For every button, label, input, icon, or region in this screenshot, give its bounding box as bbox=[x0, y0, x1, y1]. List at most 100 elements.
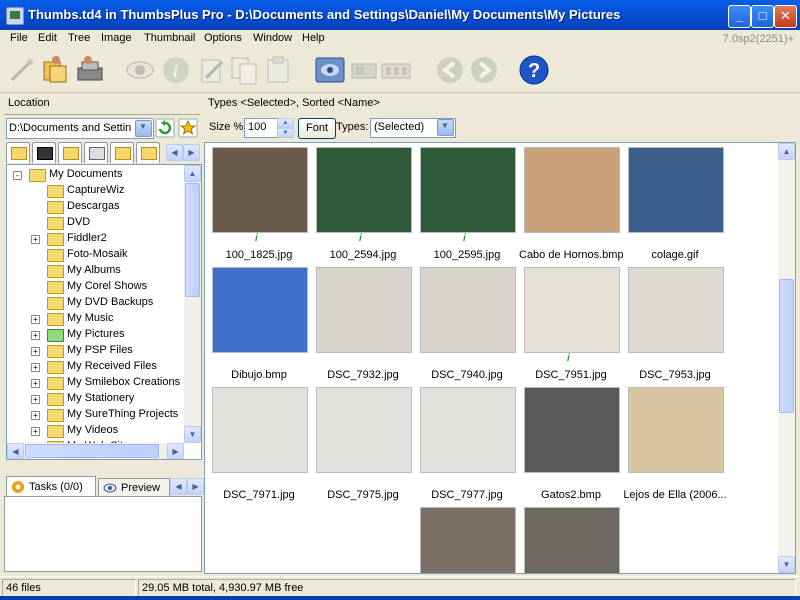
scroll-right-icon[interactable]: ▶ bbox=[167, 443, 184, 459]
expand-icon[interactable]: + bbox=[31, 427, 40, 436]
types-select[interactable]: (Selected) bbox=[370, 118, 456, 138]
thumbnail-grid[interactable]: i 100_1825.jpg i 100_2594.jpg i 100_2595.jpg C… bbox=[204, 142, 780, 574]
pen-icon[interactable] bbox=[196, 54, 228, 86]
forward-icon[interactable] bbox=[468, 54, 500, 86]
tab-folders[interactable] bbox=[58, 142, 82, 163]
expand-icon[interactable]: + bbox=[31, 411, 40, 420]
tree-vertical-scrollbar[interactable]: ▲ ▼ bbox=[184, 165, 201, 443]
folder-icon bbox=[47, 297, 64, 310]
chevron-down-icon[interactable] bbox=[437, 119, 454, 136]
expand-icon[interactable]: + bbox=[31, 363, 40, 372]
expand-icon[interactable]: + bbox=[31, 235, 40, 244]
expand-icon[interactable]: + bbox=[31, 379, 40, 388]
task-tab-left-icon[interactable]: ◀ bbox=[170, 478, 187, 495]
menu-help[interactable]: Help bbox=[302, 32, 325, 44]
tab-preview[interactable]: Preview bbox=[98, 478, 170, 497]
thumbnail-item[interactable]: DSC_7932.jpg bbox=[311, 265, 415, 385]
thumbnail-item[interactable]: colage.gif bbox=[623, 145, 727, 265]
app-icon[interactable] bbox=[6, 7, 24, 25]
slideshow-icon[interactable] bbox=[348, 54, 380, 86]
tree-hscroll-thumb[interactable] bbox=[25, 444, 159, 458]
folders-icon[interactable] bbox=[40, 54, 72, 86]
grid-scroll-up-icon[interactable]: ▲ bbox=[778, 143, 795, 160]
size-up-icon[interactable]: ▲ bbox=[277, 118, 294, 128]
refresh-icon[interactable] bbox=[155, 118, 175, 138]
close-button[interactable]: ✕ bbox=[774, 5, 797, 28]
scroll-left-icon[interactable]: ◀ bbox=[7, 443, 24, 459]
info-marker-icon: i bbox=[463, 233, 466, 244]
menu-image[interactable]: Image bbox=[101, 32, 132, 44]
paste-icon[interactable] bbox=[262, 54, 294, 86]
scroll-down-icon[interactable]: ▼ bbox=[184, 426, 201, 443]
wand-icon[interactable] bbox=[6, 54, 38, 86]
size-label: Size % bbox=[209, 121, 244, 133]
eye-icon[interactable] bbox=[124, 54, 156, 86]
scanner-icon[interactable] bbox=[74, 54, 106, 86]
size-percent-input[interactable]: 100 bbox=[244, 118, 278, 138]
filmstrip-icon[interactable] bbox=[380, 54, 412, 86]
thumbnail-item[interactable]: DSC_7977.jpg bbox=[415, 385, 519, 505]
location-combobox[interactable]: D:\Documents and Settings bbox=[6, 118, 154, 139]
tab-filmstrip[interactable] bbox=[32, 142, 56, 163]
tree-scroll-thumb[interactable] bbox=[185, 183, 200, 297]
thumbnail-item[interactable] bbox=[415, 505, 519, 573]
tab-scroll-left-icon[interactable]: ◀ bbox=[166, 144, 183, 161]
menu-tree[interactable]: Tree bbox=[68, 32, 90, 44]
back-icon[interactable] bbox=[434, 54, 466, 86]
info-icon[interactable]: i bbox=[160, 54, 192, 86]
scroll-up-icon[interactable]: ▲ bbox=[184, 165, 201, 182]
minimize-button[interactable]: _ bbox=[728, 5, 751, 28]
grid-scroll-thumb[interactable] bbox=[779, 279, 794, 413]
menu-window[interactable]: Window bbox=[253, 32, 292, 44]
thumbnail-item[interactable]: DSC_7940.jpg bbox=[415, 265, 519, 385]
view-icon[interactable] bbox=[314, 54, 346, 86]
thumbnail-item[interactable]: DSC_7975.jpg bbox=[311, 385, 415, 505]
thumbnail-item[interactable]: i 100_2595.jpg bbox=[415, 145, 519, 265]
thumbnail-item[interactable]: Software InformerYour free software bbox=[207, 505, 311, 573]
menu-thumbnail[interactable]: Thumbnail bbox=[144, 32, 195, 44]
thumbnail-item[interactable] bbox=[519, 505, 623, 573]
thumbnail-item[interactable]: Cabo de Hornos.bmp bbox=[519, 145, 623, 265]
chevron-down-icon[interactable] bbox=[135, 120, 152, 137]
tree-horizontal-scrollbar[interactable]: ◀ ▶ bbox=[7, 443, 184, 459]
help-icon[interactable]: ? bbox=[518, 54, 550, 86]
thumbnail-item[interactable]: Dibujo.bmp bbox=[207, 265, 311, 385]
menu-options[interactable]: Options bbox=[204, 32, 242, 44]
tab-drives[interactable] bbox=[84, 142, 108, 163]
filter-header: Types <Selected>, Sorted <Name> bbox=[204, 94, 800, 114]
collapse-icon[interactable]: - bbox=[13, 171, 22, 180]
thumbnail-filename: 100_1825.jpg bbox=[225, 249, 293, 261]
expand-icon[interactable]: + bbox=[31, 315, 40, 324]
favorites-star-icon[interactable] bbox=[178, 118, 198, 138]
thumbnail-item[interactable]: Lejos de Ella (2006... bbox=[623, 385, 727, 505]
thumbnail-item[interactable]: i 100_2594.jpg bbox=[311, 145, 415, 265]
thumbnail-item[interactable]: DSC_7953.jpg bbox=[623, 265, 727, 385]
menu-file[interactable]: File bbox=[10, 32, 28, 44]
tab-tasks[interactable]: Tasks (0/0) bbox=[6, 476, 96, 497]
tab-scroll-right-icon[interactable]: ▶ bbox=[183, 144, 200, 161]
grid-scroll-down-icon[interactable]: ▼ bbox=[778, 556, 795, 573]
thumbnail-item[interactable] bbox=[623, 505, 727, 573]
folder-tree[interactable]: - My Documents CaptureWiz Descargas DVD + Fidd… bbox=[6, 164, 202, 460]
tree-item-label: My SureThing Projects bbox=[67, 408, 179, 420]
size-down-icon[interactable]: ▼ bbox=[277, 128, 294, 138]
title-bar[interactable]: Thumbs.td4 in ThumbsPlus Pro - D:\Docume… bbox=[0, 0, 800, 30]
task-tab-right-icon[interactable]: ▶ bbox=[187, 478, 204, 495]
expand-icon[interactable]: + bbox=[31, 331, 40, 340]
thumbnail-item[interactable]: Gatos2.bmp bbox=[519, 385, 623, 505]
tab-favorites[interactable] bbox=[110, 142, 134, 163]
thumbnail-item[interactable]: i 100_1825.jpg bbox=[207, 145, 311, 265]
tab-tree[interactable] bbox=[6, 142, 30, 163]
font-button[interactable]: Font bbox=[298, 118, 336, 139]
thumbnail-vertical-scrollbar[interactable]: ▲ ▼ bbox=[778, 142, 796, 574]
thumbnail-item[interactable]: DSC_7971.jpg bbox=[207, 385, 311, 505]
expand-icon[interactable]: + bbox=[31, 347, 40, 356]
copy-icon[interactable] bbox=[228, 54, 260, 86]
maximize-button[interactable]: □ bbox=[751, 5, 774, 28]
menu-edit[interactable]: Edit bbox=[38, 32, 57, 44]
expand-icon[interactable]: + bbox=[31, 395, 40, 404]
thumbnail-item[interactable]: i DSC_7951.jpg bbox=[519, 265, 623, 385]
thumbnail-image bbox=[524, 507, 620, 573]
thumbnail-item[interactable]: Software InformerYour free software bbox=[311, 505, 415, 573]
tab-albums[interactable] bbox=[136, 142, 160, 163]
